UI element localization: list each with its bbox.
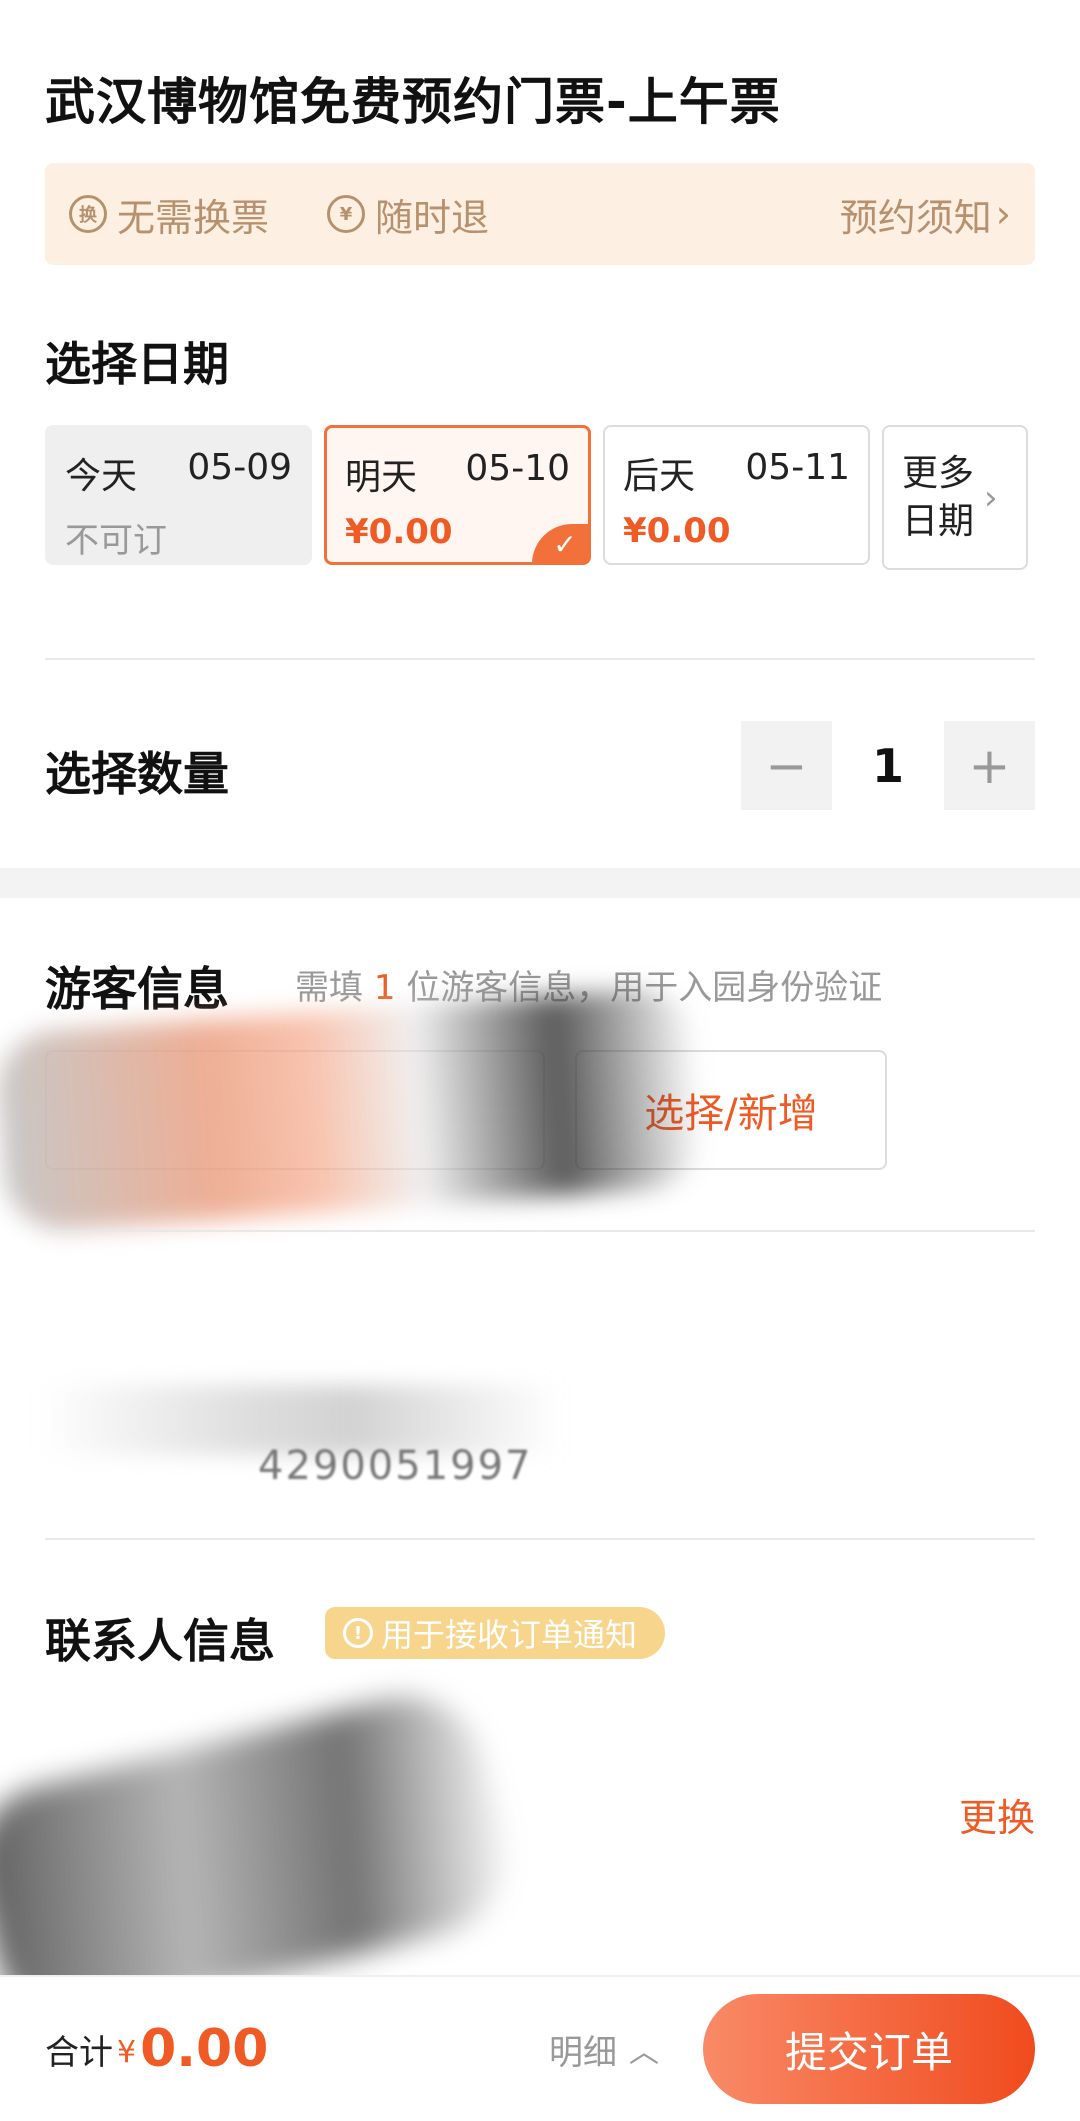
chevron-right-icon: › [995, 192, 1011, 236]
no-exchange-notice: 换 无需换票 [69, 187, 269, 242]
exchange-icon: 换 [69, 195, 107, 233]
quantity-stepper: − 1 + [741, 721, 1035, 810]
divider [45, 658, 1035, 660]
chevron-up-icon: ︿ [629, 2035, 659, 2070]
date-option-tomorrow[interactable]: 明天 05-10 ¥0.00 ✓ [324, 425, 591, 565]
contact-section-title: 联系人信息 [45, 1614, 275, 1668]
visitor-hint-count: 1 [373, 968, 396, 1008]
more-dates-line1: 更多 [902, 452, 975, 494]
contact-badge-label: 用于接收订单通知 [381, 1616, 638, 1654]
redaction-scribble [0, 985, 707, 1235]
date-price: ¥0.00 [623, 511, 731, 551]
date-day-label: 明天 [345, 457, 418, 498]
yen-icon: ¥ [327, 195, 366, 233]
total-amount: 0.00 [140, 2019, 269, 2079]
visitor-section-title: 游客信息 [45, 962, 229, 1016]
visitor-hint-prefix: 需填 [295, 968, 363, 1008]
divider [45, 1230, 1035, 1232]
date-picker: 今天 05-09 不可订 明天 05-10 ¥0.00 ✓ 后天 05-11 ¥… [45, 425, 1028, 570]
section-separator [0, 868, 1080, 898]
date-section-title: 选择日期 [45, 337, 229, 391]
decrease-quantity-button[interactable]: − [741, 721, 832, 810]
booking-notice-link[interactable]: 预约须知 › [840, 187, 1011, 242]
date-value: 05-10 [465, 448, 570, 489]
quantity-section-title: 选择数量 [45, 747, 229, 801]
detail-label: 明细 [549, 2032, 617, 2073]
date-day-label: 今天 [65, 456, 138, 497]
more-dates-line2: 日期 [902, 500, 975, 542]
total-label: 合计 [45, 2032, 113, 2073]
ticket-notice-bar: 换 无需换票 ¥ 随时退 预约须知 › [45, 163, 1035, 265]
date-value: 05-09 [187, 447, 292, 488]
date-status: 不可订 [65, 521, 167, 561]
date-value: 05-11 [745, 447, 850, 488]
divider [45, 1538, 1035, 1540]
increase-quantity-button[interactable]: + [944, 721, 1035, 810]
checkout-bar: 合计 ¥ 0.00 明细 ︿ 提交订单 [0, 1975, 1080, 2121]
info-icon: ! [343, 1618, 373, 1648]
date-day-label: 后天 [623, 456, 696, 497]
notice-label: 无需换票 [117, 195, 270, 240]
submit-order-button[interactable]: 提交订单 [703, 1994, 1035, 2104]
price-detail-toggle[interactable]: 明细 ︿ [549, 2025, 659, 2074]
more-dates-button[interactable]: 更多 日期 › [882, 425, 1028, 570]
refund-anytime-notice: ¥ 随时退 [327, 187, 489, 242]
chevron-right-icon: › [984, 477, 998, 518]
contact-notice-badge: ! 用于接收订单通知 [325, 1607, 666, 1659]
quantity-value: 1 [871, 738, 904, 793]
date-option-today[interactable]: 今天 05-09 不可订 [45, 425, 312, 565]
booking-notice-label: 预约须知 [839, 195, 992, 240]
currency-symbol: ¥ [117, 2034, 137, 2070]
notice-label: 随时退 [375, 195, 490, 240]
change-contact-link[interactable]: 更换 [959, 1787, 1035, 1842]
date-option-day-after[interactable]: 后天 05-11 ¥0.00 [603, 425, 870, 565]
visitor-id-number: 4290051997 [258, 1443, 533, 1489]
page-title: 武汉博物馆免费预约门票-上午票 [45, 73, 781, 131]
